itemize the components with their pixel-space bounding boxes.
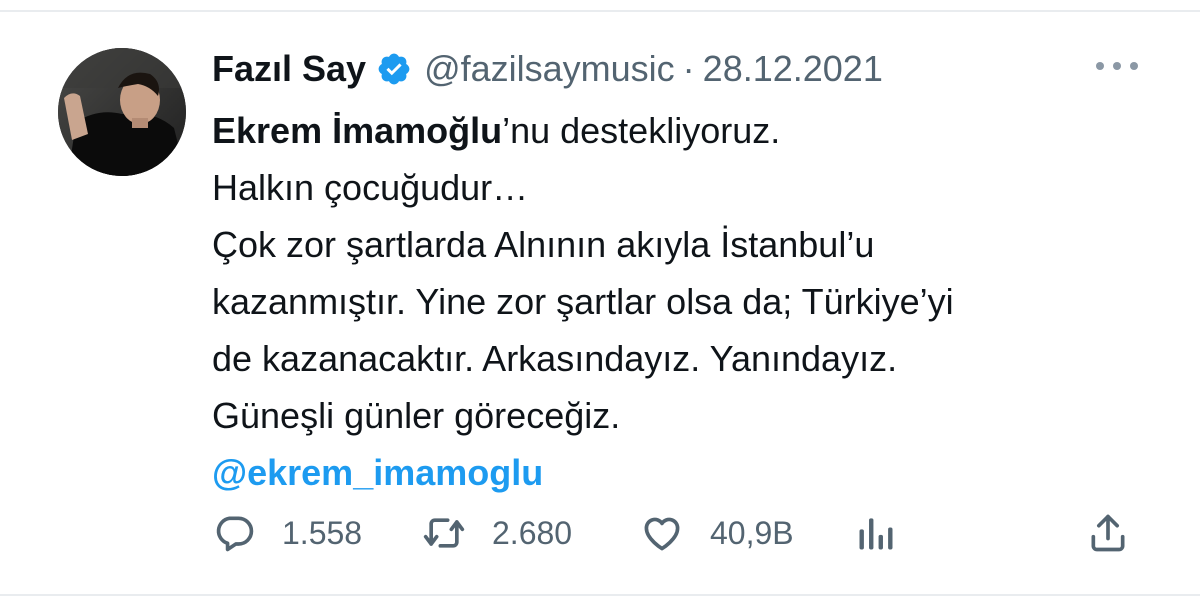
tweet-actions: 1.558 2.680 40,9B: [212, 508, 1142, 558]
reply-icon: [216, 516, 254, 552]
share-icon: [1091, 514, 1125, 552]
separator-dot: ·: [682, 48, 695, 89]
reply-count: 1.558: [282, 514, 363, 551]
tweet-line-3: Çok zor şartlarda Alnının akıyla İstanbu…: [212, 224, 875, 265]
avatar[interactable]: [58, 48, 186, 176]
tweet-line-6: Güneşli günler göreceğiz.: [212, 395, 621, 436]
like-count: 40,9B: [710, 514, 794, 551]
tweet-line-4: kazanmıştır. Yine zor şartlar olsa da; T…: [212, 281, 954, 322]
more-horizontal-icon[interactable]: [1094, 56, 1140, 76]
reply-button[interactable]: 1.558: [212, 508, 362, 558]
divider-bottom: [0, 594, 1200, 596]
author-display-name[interactable]: Fazıl Say: [212, 48, 366, 90]
verified-badge-icon: [378, 53, 410, 85]
share-button[interactable]: [1086, 508, 1130, 558]
tweet-header: Fazıl Say @fazilsaymusic · 28.12.2021: [212, 44, 883, 94]
tweet-bold-name: Ekrem İmamoğlu: [212, 110, 503, 151]
retweet-icon: [423, 518, 465, 548]
divider-top: [0, 10, 1200, 12]
avatar-photo: [58, 48, 186, 176]
tweet-card: Fazıl Say @fazilsaymusic · 28.12.2021 Ek…: [0, 0, 1200, 604]
mention-link[interactable]: @ekrem_imamoglu: [212, 444, 1162, 501]
retweet-button[interactable]: 2.680: [422, 508, 572, 558]
tweet-line-5: de kazanacaktır. Arkasındayız. Yanındayı…: [212, 338, 898, 379]
retweet-count: 2.680: [492, 514, 573, 551]
tweet-line-2: Halkın çocuğudur…: [212, 167, 529, 208]
tweet-line-1: Ekrem İmamoğlu’nu destekliyoruz.: [212, 102, 1162, 159]
tweet-date[interactable]: 28.12.2021: [703, 48, 883, 90]
analytics-button[interactable]: [854, 508, 898, 558]
tweet-body: Ekrem İmamoğlu’nu destekliyoruz. Halkın …: [212, 102, 1162, 501]
like-button[interactable]: 40,9B: [640, 508, 794, 558]
tweet-line-1-rest: ’nu destekliyoruz.: [502, 110, 781, 151]
analytics-icon: [859, 518, 893, 550]
heart-icon: [644, 517, 680, 551]
author-handle[interactable]: @fazilsaymusic: [424, 48, 675, 90]
